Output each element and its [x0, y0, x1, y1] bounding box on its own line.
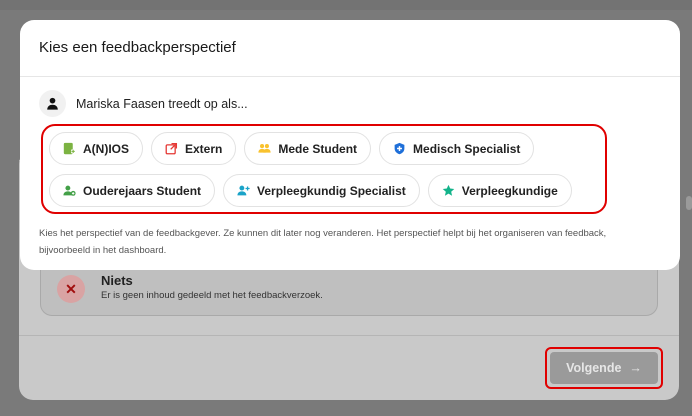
doctor-badge-icon — [63, 142, 76, 155]
close-icon: ✕ — [57, 275, 85, 303]
perspective-selector: A(N)IOS Extern Mede Student Medisch Spec… — [41, 124, 607, 214]
star-icon — [442, 184, 455, 196]
perspective-modal: Kies een feedbackperspectief Mariska Faa… — [20, 20, 680, 270]
medical-shield-icon — [394, 142, 405, 155]
shared-content-description: Er is geen inhoud gedeeld met het feedba… — [101, 290, 323, 301]
user-add-icon — [237, 185, 250, 196]
help-text: Kies het perspectief van de feedbackgeve… — [39, 228, 607, 256]
users-icon — [258, 144, 271, 153]
perspective-label: Verpleegkundige — [461, 183, 558, 198]
acting-user-text: Mariska Faasen treedt op als... — [76, 97, 248, 111]
scrollbar-thumb[interactable] — [686, 196, 692, 210]
arrow-right-icon: → — [629, 361, 642, 375]
user-plus-icon — [63, 185, 76, 196]
modal-title: Kies een feedbackperspectief — [39, 39, 236, 56]
perspective-label: Mede Student — [278, 141, 358, 156]
next-button[interactable]: Volgende → — [550, 352, 658, 384]
overlay-strip — [0, 0, 692, 10]
perspective-label: Medisch Specialist — [413, 141, 521, 156]
modal-divider — [20, 76, 680, 77]
perspective-label: Ouderejaars Student — [83, 183, 202, 198]
perspective-chip-medisch-specialist[interactable]: Medisch Specialist — [379, 132, 535, 165]
underlying-divider-bottom — [19, 335, 679, 336]
perspective-row-2: Ouderejaars Student Verpleegkundig Speci… — [49, 174, 572, 207]
next-button-label: Volgende — [566, 361, 622, 375]
perspective-label: Verpleegkundig Specialist — [257, 183, 406, 198]
perspective-label: Extern — [185, 141, 223, 156]
perspective-chip-ouderejaars-student[interactable]: Ouderejaars Student — [49, 174, 216, 207]
user-icon — [39, 90, 66, 117]
perspective-label: A(N)IOS — [83, 141, 129, 156]
shared-content-title: Niets — [101, 273, 133, 288]
acting-user-row: Mariska Faasen treedt op als... — [39, 90, 248, 117]
user-name: Mariska Faasen — [76, 96, 165, 111]
perspective-chip-verpleegkundig-specialist[interactable]: Verpleegkundig Specialist — [223, 174, 420, 207]
perspective-row-1: A(N)IOS Extern Mede Student Medisch Spec… — [49, 132, 535, 165]
acting-as-label: treedt op als... — [164, 96, 248, 111]
perspective-chip-verpleegkundige[interactable]: Verpleegkundige — [427, 174, 572, 207]
external-link-icon — [165, 142, 178, 155]
perspective-chip-mede-student[interactable]: Mede Student — [244, 132, 372, 165]
perspective-chip-extern[interactable]: Extern — [151, 132, 237, 165]
perspective-chip-anios[interactable]: A(N)IOS — [49, 132, 143, 165]
